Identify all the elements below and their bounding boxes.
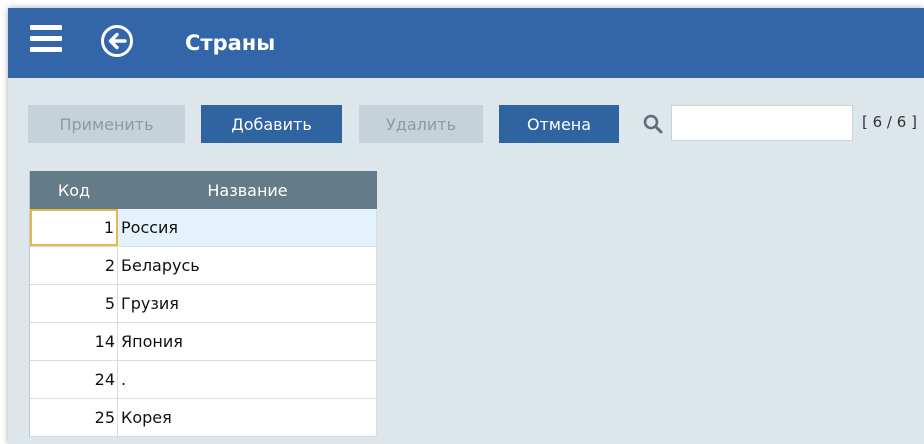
table-row[interactable]: 24 . (30, 361, 377, 399)
table-header: Код Название (30, 171, 377, 209)
table-row[interactable]: 14 Япония (30, 323, 377, 361)
cancel-button[interactable]: Отмена (499, 105, 619, 143)
cell-code[interactable]: 14 (30, 323, 118, 360)
table-row[interactable]: 2 Беларусь (30, 247, 377, 285)
table-row[interactable]: 1 Россия (30, 209, 377, 247)
page-title: Страны (185, 31, 276, 55)
column-header-name[interactable]: Название (118, 171, 377, 209)
cell-name[interactable]: Грузия (118, 285, 377, 322)
cell-name[interactable]: Беларусь (118, 247, 377, 284)
cell-name[interactable]: Япония (118, 323, 377, 360)
search-icon[interactable] (641, 112, 665, 136)
cell-name[interactable]: Корея (118, 399, 377, 436)
search-input[interactable] (671, 105, 853, 141)
table-row[interactable]: 25 Корея (30, 399, 377, 437)
apply-button[interactable]: Применить (28, 105, 185, 143)
table-row[interactable]: 5 Грузия (30, 285, 377, 323)
cell-name[interactable]: Россия (118, 209, 377, 246)
record-counter: [ 6 / 6 ] (862, 113, 917, 131)
cell-code[interactable]: 5 (30, 285, 118, 322)
title-bar: Страны (8, 8, 924, 78)
cell-code[interactable]: 1 (30, 209, 118, 246)
delete-button[interactable]: Удалить (359, 105, 483, 143)
cell-code[interactable]: 25 (30, 399, 118, 436)
cell-code[interactable]: 2 (30, 247, 118, 284)
cell-name[interactable]: . (118, 361, 377, 398)
cell-code[interactable]: 24 (30, 361, 118, 398)
countries-table: Код Название 1 Россия 2 Беларусь 5 Грузи… (29, 171, 377, 437)
add-button[interactable]: Добавить (201, 105, 342, 143)
column-header-code[interactable]: Код (30, 171, 118, 209)
app-window: Страны Применить Добавить Удалить Отмена… (8, 8, 924, 444)
back-arrow-icon[interactable] (100, 24, 134, 58)
hamburger-menu-icon[interactable] (30, 25, 62, 57)
